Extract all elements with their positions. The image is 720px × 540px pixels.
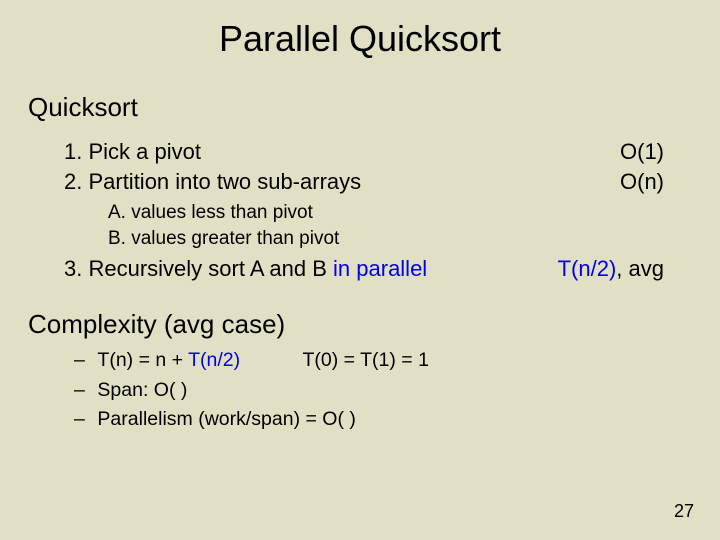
complexity-l1-right: T(0) = T(1) = 1: [303, 349, 429, 371]
step-3-cost-blue: T(n/2): [558, 256, 617, 281]
page-number: 27: [674, 501, 694, 522]
slide: Parallel Quicksort Quicksort 1. Pick a p…: [0, 0, 720, 540]
bullet-dash: –: [74, 346, 92, 375]
section-heading-quicksort: Quicksort: [0, 92, 720, 123]
step-2: 2. Partition into two sub-arrays O(n): [64, 167, 664, 197]
complexity-line-1: – T(n) = n + T(n/2) T(0) = T(1) = 1: [74, 346, 720, 375]
step-3-prefix: 3. Recursively sort A and B: [64, 256, 333, 281]
step-3: 3. Recursively sort A and B in parallel …: [64, 254, 664, 284]
complexity-l1-prefix: T(n) = n +: [97, 349, 188, 371]
substep-a: A. values less than pivot: [108, 200, 720, 226]
substeps: A. values less than pivot B. values grea…: [64, 200, 720, 251]
bullet-dash: –: [74, 405, 92, 434]
step-3-cost-suffix: , avg: [616, 256, 664, 281]
step-1-text: 1. Pick a pivot: [64, 137, 201, 167]
step-2-cost: O(n): [620, 167, 664, 197]
steps-list: 1. Pick a pivot O(1) 2. Partition into t…: [0, 137, 720, 283]
complexity-l2-text: Span: O( ): [97, 379, 187, 401]
step-3-cost: T(n/2), avg: [558, 254, 664, 284]
step-1: 1. Pick a pivot O(1): [64, 137, 664, 167]
complexity-l1-blue: T(n/2): [188, 349, 240, 371]
section-heading-complexity: Complexity (avg case): [0, 309, 720, 340]
step-2-text: 2. Partition into two sub-arrays: [64, 167, 361, 197]
bullet-dash: –: [74, 376, 92, 405]
complexity-list: – T(n) = n + T(n/2) T(0) = T(1) = 1 – Sp…: [0, 346, 720, 434]
step-3-text: 3. Recursively sort A and B in parallel: [64, 254, 427, 284]
slide-title: Parallel Quicksort: [0, 0, 720, 60]
step-3-parallel: in parallel: [333, 256, 427, 281]
complexity-line-3: – Parallelism (work/span) = O( ): [74, 405, 720, 434]
substep-b: B. values greater than pivot: [108, 226, 720, 252]
complexity-l1-left: T(n) = n + T(n/2): [97, 346, 297, 375]
complexity-line-2: – Span: O( ): [74, 376, 720, 405]
complexity-l3-text: Parallelism (work/span) = O( ): [97, 408, 355, 430]
step-1-cost: O(1): [620, 137, 664, 167]
